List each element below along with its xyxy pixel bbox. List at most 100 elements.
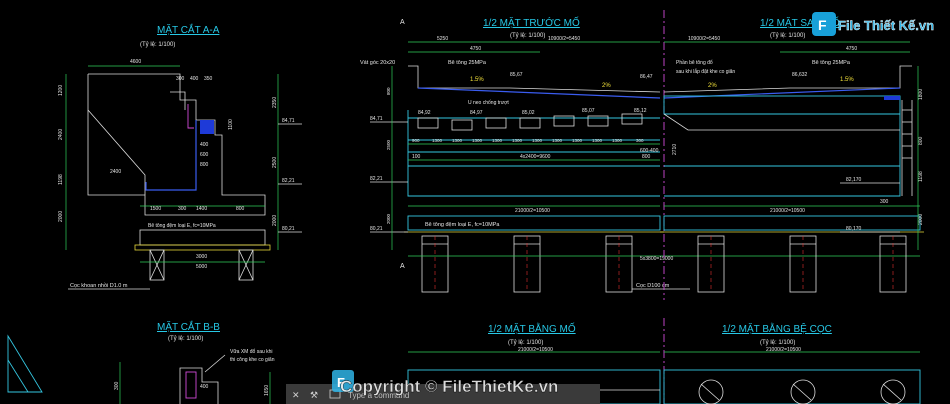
dim-text: 400 (200, 142, 209, 148)
dim-text: 800 (200, 162, 209, 168)
section-bb: MẶT CẮT B-B (Tỷ lệ: 1/100) Vữa XM đổ sau… (7, 320, 275, 404)
dim-text: 2350 (272, 97, 278, 108)
dim-text: 800 (236, 206, 245, 212)
plan-pile-title: 1/2 MẶT BẰNG BỆ CỌC (722, 322, 832, 335)
pavement-line-front (417, 87, 661, 99)
wrench-icon[interactable]: ⚒ (310, 390, 318, 400)
elevation-label: 82,21 (370, 176, 383, 182)
dim-text: 2000 (58, 211, 64, 222)
plan-abut-title: 1/2 MẶT BẰNG MỐ (488, 321, 576, 335)
dim-text: 1400 (196, 206, 207, 212)
slope-back-2: 1.5% (840, 77, 854, 83)
dim-text: 4600 (130, 59, 141, 65)
watermark-bottom-group: F Copyright © FileThietKe.vn (332, 370, 559, 396)
joint-note-2: sau khi lắp đặt khe co giãn (676, 68, 735, 75)
elevation-label: 80,21 (370, 226, 383, 232)
logo-glyph: F (818, 17, 827, 33)
section-aa: MẶT CẮT A-A (Tỷ lệ: 1/100) 4600 300 400 … (58, 23, 302, 290)
cad-drawing-canvas[interactable]: MẶT CẮT A-A (Tỷ lệ: 1/100) 4600 300 400 … (0, 0, 950, 404)
plan-abut-scale: (Tỷ lệ: 1/100) (508, 339, 543, 346)
dim-text: 10900/2=5450 (548, 36, 580, 42)
dim-text: 2400 (110, 169, 121, 175)
elevation-label: 84,71 (370, 116, 383, 122)
pile-note-front: Cọc D100 cm (636, 283, 670, 289)
elevation-label: 80,170 (846, 226, 862, 232)
elevation-label: 82,170 (846, 177, 862, 183)
section-marker-a-bottom: A (400, 263, 405, 270)
dim-text: 1800 (918, 89, 924, 100)
slope-back-1: 2% (708, 83, 717, 89)
pile-spacing: 5x3800=19000 (640, 256, 673, 262)
dim-text: 5000 (196, 264, 207, 270)
base-note-aa: Bê tông đệm loại E, fc=10MPa (148, 223, 216, 229)
dim-text: 800 (642, 154, 651, 160)
section-bb-title: MẶT CẮT B-B (157, 320, 220, 333)
elevation-label: 82,21 (282, 178, 295, 184)
approach-slab-back (663, 95, 901, 115)
section-aa-title: MẶT CẮT A-A (157, 23, 220, 36)
section-bb-note-1: Vữa XM đổ sau khi (230, 348, 273, 355)
dim-text: 1300 (572, 138, 583, 143)
dim-text: 400 (200, 384, 209, 390)
deck-profile-front (408, 65, 661, 93)
dim-text: 1300 (552, 138, 563, 143)
piles-back (697, 235, 907, 293)
dim-text: 2000 (386, 213, 391, 224)
dim-text: 2710 (672, 144, 678, 155)
elevation-label: 80,21 (282, 226, 295, 232)
watermark-bottom: Copyright © FileThietKe.vn (340, 377, 558, 396)
dim-text: 5250 (437, 36, 448, 42)
dim-text: 4x2400=9600 (520, 154, 551, 160)
footing-aa (139, 229, 266, 246)
rebar-magenta-aa (187, 104, 194, 129)
plan-abut-dim: 21000/2=10500 (518, 347, 553, 353)
dim-text: 1198 (918, 171, 924, 182)
dim-text: 4750 (470, 46, 481, 52)
elevation-label: 85,67 (510, 72, 523, 78)
dim-text: 3000 (196, 254, 207, 260)
dim-text: 1650 (264, 385, 270, 396)
antislip-label: U neo chống trượt (468, 100, 509, 106)
bearing-seats-front (417, 113, 643, 131)
dim-text: 1300 (492, 138, 503, 143)
dim-text: 1300 (592, 138, 603, 143)
base-note-front: Bê tông đệm loại E, fc=10MPa (425, 222, 500, 228)
watermark-logo: F File Thiết Kế.vn (812, 12, 934, 36)
elevation-back-top: 86,632 (792, 72, 808, 78)
base-dim-front: 21000/2=10500 (515, 208, 550, 214)
dim-text: 400 (190, 76, 199, 82)
plan-pile-cap: 1/2 MẶT BẰNG BỆ CỌC (Tỷ lệ: 1/100) 21000… (663, 322, 921, 404)
elevation-label: 85,02 (522, 110, 535, 116)
dim-text: 100 (412, 154, 421, 160)
dim-text: 1300 (452, 138, 463, 143)
backwall-step (170, 91, 186, 110)
dim-row-front: 900 1300 1300 1300 1300 1300 1300 1300 1… (412, 138, 644, 143)
joint-note-1: Phần bê tông đổ (676, 59, 713, 66)
triangle-sketch (7, 334, 43, 393)
concrete-label-back: Bê tông 25MPa (812, 60, 851, 66)
section-marker-a-top: A (400, 19, 405, 26)
back-elev-scale: (Tỷ lệ: 1/100) (770, 32, 805, 39)
abutment-body-back (664, 113, 901, 197)
blue-strip-back (884, 96, 900, 100)
curb-label: Vát góc 20x20 (360, 60, 395, 66)
dim-text: 300 (636, 138, 644, 143)
dim-text: 300 (176, 76, 185, 82)
front-elev-title: 1/2 MẶT TRƯỚC MỐ (483, 15, 580, 29)
dim-text: 600 (200, 152, 209, 158)
dim-text: 1200 (58, 85, 64, 96)
elevation-label: 85,07 (582, 108, 595, 114)
pile-plan-circles (698, 379, 906, 404)
section-bb-scale: (Tỷ lệ: 1/100) (168, 335, 203, 342)
dim-text: 600-400 (640, 148, 659, 154)
lean-concrete-aa (134, 244, 271, 251)
piles-front (421, 235, 633, 293)
dim-text: 1300 (532, 138, 543, 143)
plan-pile-dim: 21000/2=10500 (766, 347, 801, 353)
back-elevation: 1/2 MẶT SAU MỐ (Tỷ lệ: 1/100) 10900/2=54… (640, 15, 924, 293)
plan-pile-scale: (Tỷ lệ: 1/100) (760, 339, 795, 346)
dim-text: 800 (918, 136, 924, 145)
elevation-label: 86,47 (640, 74, 653, 80)
dim-text: 2500 (386, 139, 391, 150)
close-icon[interactable]: ✕ (292, 390, 300, 400)
